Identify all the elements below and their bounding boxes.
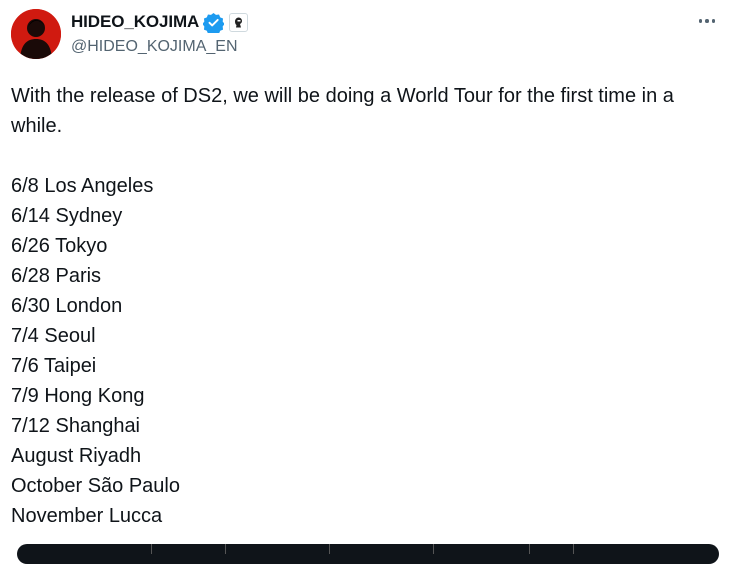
avatar[interactable] <box>11 9 61 59</box>
media-preview[interactable] <box>17 544 719 564</box>
media-divider <box>529 544 530 554</box>
tour-date-item: 6/14 Sydney <box>11 205 123 227</box>
tour-date-item: November Lucca <box>11 505 163 527</box>
media-divider <box>329 544 330 554</box>
tweet-intro-text: With the release of DS2, we will be doin… <box>11 85 674 137</box>
media-divider <box>573 544 574 554</box>
tour-date-item: 6/26 Tokyo <box>11 235 108 257</box>
tour-date-list: 6/8 Los Angeles 6/14 Sydney 6/26 Tokyo 6… <box>11 171 727 531</box>
media-divider <box>225 544 226 554</box>
name-row: HIDEO_KOJIMA <box>71 11 249 35</box>
tour-date-item: 6/30 London <box>11 295 123 317</box>
more-dot <box>711 19 716 23</box>
media-divider <box>151 544 152 554</box>
tweet-header: HIDEO_KOJIMA @HIDEO_KOJIMA_EN <box>0 0 736 70</box>
tour-date-item: 7/12 Shanghai <box>11 415 141 437</box>
more-dot <box>705 19 709 23</box>
tour-date-item: 7/9 Hong Kong <box>11 385 145 407</box>
tour-date-item: 7/6 Taipei <box>11 355 97 377</box>
more-options-icon[interactable] <box>694 10 720 32</box>
affiliate-badge-icon[interactable] <box>229 12 249 32</box>
display-name[interactable]: HIDEO_KOJIMA <box>71 12 199 32</box>
media-divider <box>433 544 434 554</box>
tour-date-item: August Riyadh <box>11 445 142 467</box>
tour-date-item: 7/4 Seoul <box>11 325 96 347</box>
more-dot <box>698 19 703 23</box>
tour-date-item: 6/28 Paris <box>11 265 102 287</box>
tour-date-item: October São Paulo <box>11 475 180 497</box>
tweet-body: With the release of DS2, we will be doin… <box>11 81 727 531</box>
user-handle[interactable]: @HIDEO_KOJIMA_EN <box>71 38 238 56</box>
verified-check-icon[interactable] <box>202 12 225 35</box>
tour-date-item: 6/8 Los Angeles <box>11 175 154 197</box>
